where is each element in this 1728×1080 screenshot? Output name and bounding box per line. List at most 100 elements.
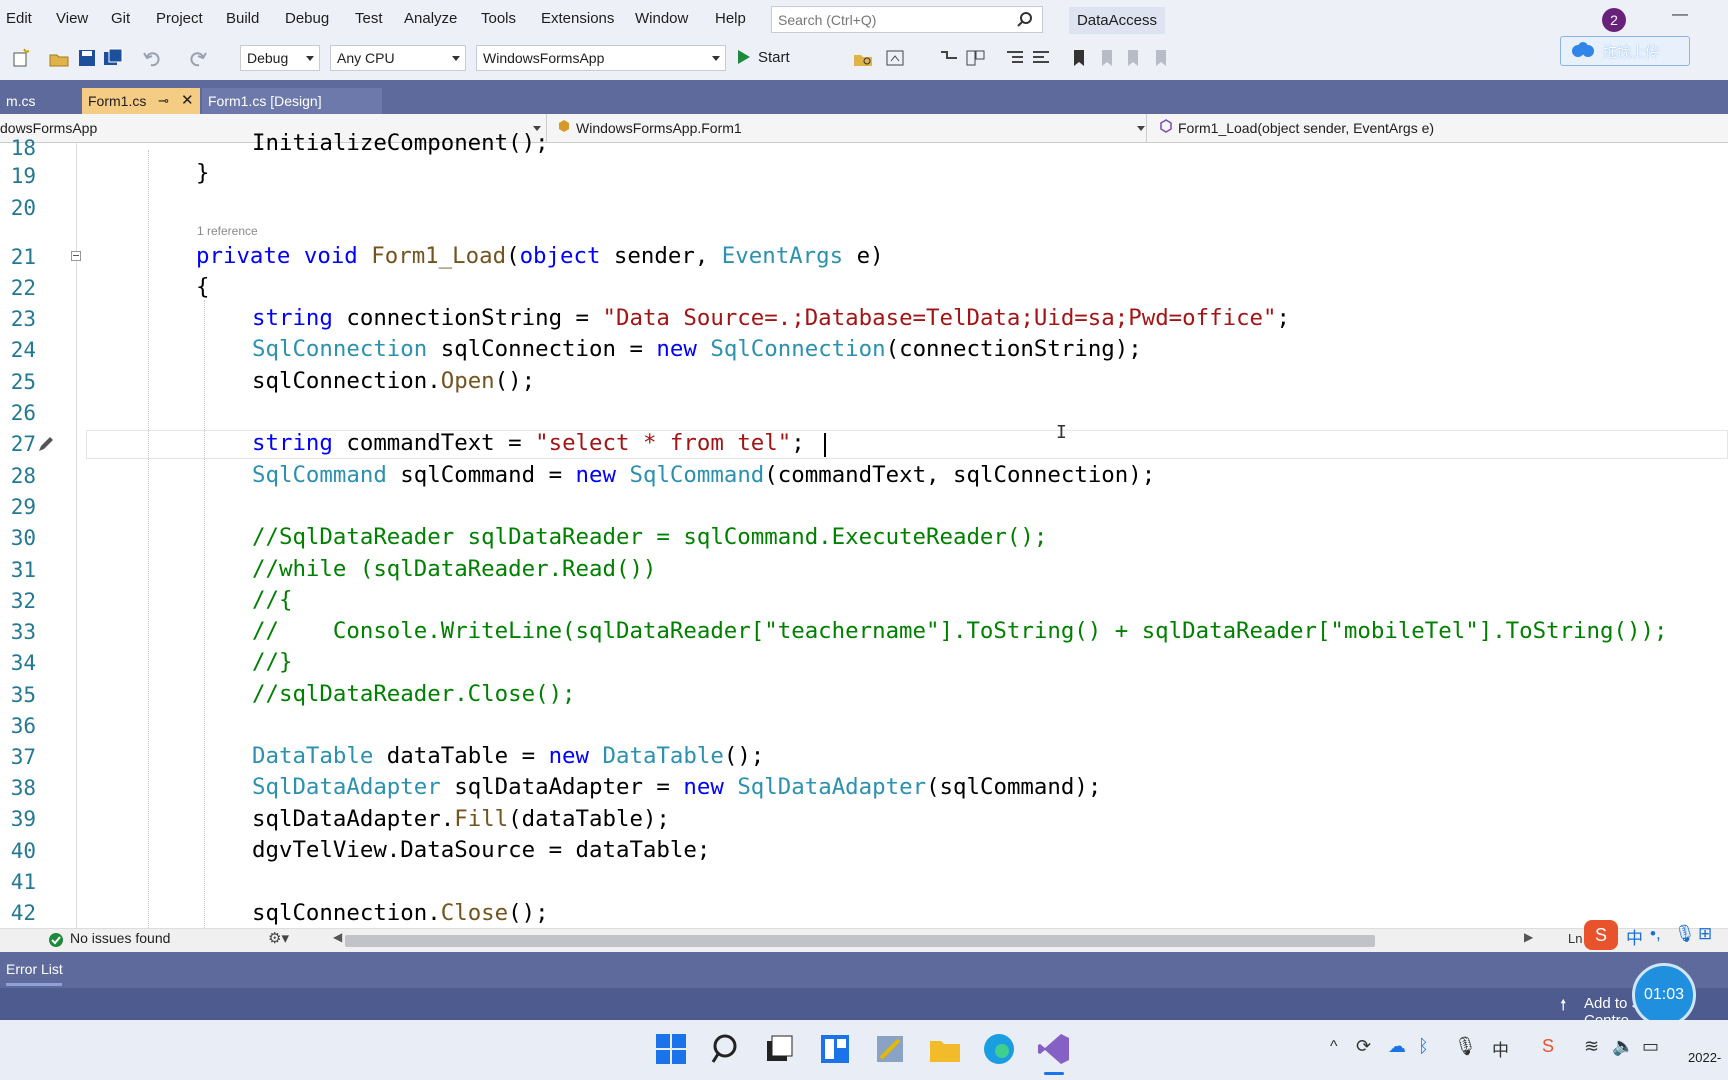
chevron-up-icon[interactable]: ^ <box>1330 1038 1338 1056</box>
start-button[interactable]: Start <box>758 45 790 71</box>
battery-icon[interactable]: ▭ <box>1642 1036 1659 1057</box>
next-bookmark-icon[interactable] <box>1122 47 1144 69</box>
indent-icon[interactable] <box>1004 47 1026 69</box>
open-folder-icon[interactable] <box>48 47 70 69</box>
open-folder-search-icon[interactable] <box>852 47 874 69</box>
search-box[interactable]: Search (Ctrl+Q) <box>771 6 1043 33</box>
code-line: { <box>196 274 210 300</box>
ime-toolbar[interactable]: S 中 •, 🎙 ⊞ <box>1584 918 1728 952</box>
search-icon[interactable] <box>710 1032 744 1066</box>
tab-form1-cs[interactable]: Form1.cs ⊸ ✕ <box>82 88 200 114</box>
start-menu-icon[interactable] <box>654 1032 688 1066</box>
visual-studio-icon[interactable] <box>1037 1032 1071 1066</box>
search-placeholder: Search (Ctrl+Q) <box>778 12 877 28</box>
undo-icon[interactable] <box>142 47 164 69</box>
code-line: // Console.WriteLine(sqlDataReader["teac… <box>252 618 1668 644</box>
code-line: sqlDataAdapter.Fill(dataTable); <box>252 806 670 832</box>
play-icon[interactable] <box>736 48 752 66</box>
wifi-icon[interactable]: ≋ <box>1584 1036 1599 1057</box>
new-project-icon[interactable] <box>10 47 32 69</box>
scroll-left-icon[interactable]: ◀ <box>333 930 342 944</box>
redo-icon[interactable] <box>186 47 208 69</box>
widgets-icon[interactable] <box>818 1032 852 1066</box>
tab-error-list[interactable]: Error List <box>6 961 63 977</box>
tab-label: Form1.cs [Design] <box>208 93 322 109</box>
notification-badge[interactable]: 2 <box>1602 8 1626 32</box>
volume-icon[interactable]: 🔈 <box>1612 1036 1634 1057</box>
outdent-icon[interactable] <box>1030 47 1052 69</box>
code-lines: InitializeComponent(); } private void Fo… <box>0 130 1728 928</box>
ibeam-cursor-icon: I <box>1056 422 1067 443</box>
active-app-indicator <box>1044 1072 1064 1075</box>
upload-button[interactable]: 拖拽上传 <box>1560 36 1690 66</box>
menu-view[interactable]: View <box>56 10 88 27</box>
keyboard-icon: ⊞ <box>1698 924 1713 943</box>
menu-edit[interactable]: Edit <box>6 10 32 27</box>
tab-form1-design[interactable]: Form1.cs [Design] <box>202 88 382 114</box>
upload-label: 拖拽上传 <box>1603 44 1659 60</box>
step-icon[interactable] <box>938 47 960 69</box>
save-all-icon[interactable] <box>102 47 124 69</box>
windows-icon[interactable] <box>964 47 986 69</box>
taskbar-clock[interactable]: 2022- <box>1688 1050 1721 1065</box>
code-line: SqlCommand sqlCommand = new SqlCommand(c… <box>252 462 1156 488</box>
platform-value: Any CPU <box>337 50 395 66</box>
issues-status[interactable]: No issues found <box>70 930 170 946</box>
menu-help[interactable]: Help <box>715 10 746 27</box>
tab-underline <box>6 983 62 986</box>
configuration-dropdown[interactable]: Debug <box>240 45 320 71</box>
ime-tray-icon[interactable]: 中 <box>1492 1036 1509 1061</box>
menu-build[interactable]: Build <box>226 10 259 27</box>
microphone-icon: 🎙 <box>1674 924 1696 943</box>
horizontal-scrollbar[interactable] <box>345 935 1375 947</box>
text-caret <box>824 433 826 457</box>
close-icon[interactable]: ✕ <box>181 88 194 114</box>
edge-browser-icon[interactable] <box>982 1032 1016 1066</box>
code-cleanup-icon[interactable]: ⚙▾ <box>268 929 289 947</box>
file-explorer-icon[interactable] <box>928 1032 962 1066</box>
cloud-icon <box>1572 42 1594 57</box>
bookmark-icon[interactable] <box>1068 47 1090 69</box>
code-line: DataTable dataTable = new DataTable(); <box>252 743 765 769</box>
code-line: sqlConnection.Close(); <box>252 900 549 926</box>
code-line: //SqlDataReader sqlDataReader = sqlComma… <box>252 524 1048 550</box>
task-view-icon[interactable] <box>762 1032 796 1066</box>
code-line: //while (sqlDataReader.Read()) <box>252 556 657 582</box>
cloud-tray-icon[interactable]: ☁ <box>1388 1036 1406 1057</box>
code-line: //{ <box>252 587 293 613</box>
code-line: string connectionString = "Data Source=.… <box>252 305 1290 331</box>
menu-tools[interactable]: Tools <box>481 10 516 27</box>
tab-label: Form1.cs <box>88 93 147 109</box>
menu-debug[interactable]: Debug <box>285 10 329 27</box>
tab-m-cs[interactable]: m.cs <box>0 88 80 114</box>
menu-git[interactable]: Git <box>111 10 130 27</box>
menu-project[interactable]: Project <box>156 10 203 27</box>
code-line: //sqlDataReader.Close(); <box>252 681 576 707</box>
platform-dropdown[interactable]: Any CPU <box>330 45 466 71</box>
save-icon[interactable] <box>76 47 98 69</box>
sogou-tray-icon[interactable]: S <box>1542 1036 1554 1057</box>
code-line: SqlDataAdapter sqlDataAdapter = new SqlD… <box>252 774 1102 800</box>
minimize-icon[interactable]: — <box>1672 6 1688 24</box>
menu-extensions[interactable]: Extensions <box>541 10 614 27</box>
home-icon[interactable] <box>884 47 906 69</box>
startup-project-dropdown[interactable]: WindowsFormsApp <box>476 45 726 71</box>
menu-test[interactable]: Test <box>355 10 383 27</box>
clear-bookmarks-icon[interactable] <box>1150 47 1172 69</box>
prev-bookmark-icon[interactable] <box>1096 47 1118 69</box>
code-line: private void Form1_Load(object sender, E… <box>196 243 884 269</box>
paint-tool-icon[interactable] <box>873 1032 907 1066</box>
code-line: } <box>196 160 210 186</box>
code-line: string commandText = "select * from tel"… <box>252 430 805 456</box>
scroll-right-icon[interactable]: ▶ <box>1524 930 1533 944</box>
pin-icon[interactable]: ⊸ <box>158 88 169 114</box>
chevron-down-icon <box>306 56 314 61</box>
microphone-tray-icon[interactable]: 🎙 <box>1454 1036 1477 1057</box>
sogou-icon: S <box>1584 920 1618 950</box>
menu-window[interactable]: Window <box>635 10 688 27</box>
tab-label: m.cs <box>6 93 36 109</box>
recording-timer[interactable]: 01:03 <box>1632 963 1696 1027</box>
sync-icon[interactable]: ⟳ <box>1356 1036 1371 1057</box>
bluetooth-icon[interactable]: ᛒ <box>1418 1036 1429 1057</box>
menu-analyze[interactable]: Analyze <box>404 10 457 27</box>
